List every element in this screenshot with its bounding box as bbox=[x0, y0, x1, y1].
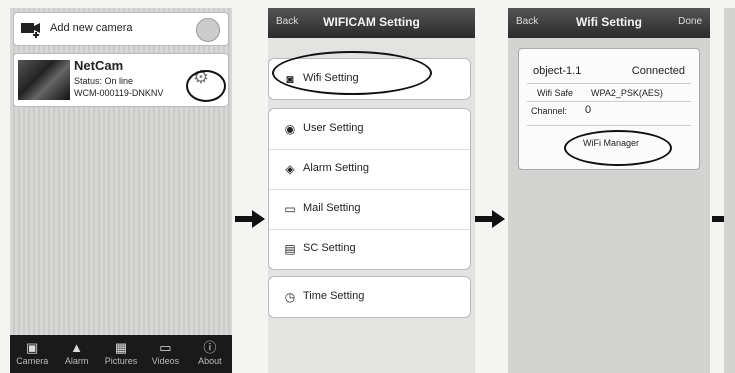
done-button[interactable]: Done bbox=[678, 16, 702, 27]
tab-label: Pictures bbox=[104, 356, 138, 366]
videos-icon: ▭ bbox=[159, 340, 172, 355]
sd-card-icon: ▤ bbox=[284, 242, 296, 256]
nav-bar: Back WIFICAM Setting bbox=[268, 8, 475, 38]
camera-list-screen: Add new camera NetCam Status: On line WC… bbox=[10, 8, 232, 373]
tab-bar: ▣ Camera ▲ Alarm ▦ Pictures ▭ Videos ⓘ About bbox=[10, 335, 232, 373]
highlight-circle bbox=[564, 130, 672, 166]
tab-label: Alarm bbox=[64, 356, 89, 366]
profile-icon[interactable] bbox=[196, 18, 220, 42]
add-camera-row[interactable]: Add new camera bbox=[13, 12, 229, 46]
settings-group-main: ◉ User Setting ◈ Alarm Setting ▭ Mail Se… bbox=[268, 108, 471, 270]
tab-camera[interactable]: ▣ Camera bbox=[10, 335, 54, 373]
camera-icon: ▣ bbox=[26, 340, 39, 355]
menu-item-label: Mail Setting bbox=[303, 202, 361, 214]
tab-pictures[interactable]: ▦ Pictures bbox=[99, 335, 143, 373]
menu-item-label: Time Setting bbox=[303, 290, 365, 302]
settings-group-time: ◷ Time Setting bbox=[268, 276, 471, 318]
settings-screen: Back WIFICAM Setting ◙ Wifi Setting ◉ Us… bbox=[268, 8, 475, 373]
arrow-right-icon bbox=[235, 210, 265, 228]
alarm-icon: ◈ bbox=[285, 162, 295, 176]
tab-label: Camera bbox=[16, 356, 49, 366]
menu-item-time[interactable]: ◷ Time Setting bbox=[269, 277, 470, 317]
add-camera-icon bbox=[21, 23, 40, 38]
channel-value[interactable]: 0 bbox=[585, 104, 591, 116]
alarm-icon: ▲ bbox=[70, 340, 84, 355]
menu-item-label: User Setting bbox=[303, 122, 364, 134]
tab-label: Videos bbox=[151, 356, 180, 366]
tab-videos[interactable]: ▭ Videos bbox=[143, 335, 187, 373]
highlight-circle bbox=[186, 70, 226, 102]
next-screen-edge bbox=[724, 8, 735, 373]
mail-icon: ▭ bbox=[284, 202, 296, 216]
arrow-right-icon bbox=[475, 210, 505, 228]
menu-item-alarm[interactable]: ◈ Alarm Setting bbox=[269, 149, 470, 190]
camera-thumbnail bbox=[18, 60, 70, 100]
menu-item-label: Alarm Setting bbox=[303, 162, 370, 174]
wifi-safe-value: WPA2_PSK(AES) bbox=[591, 88, 663, 98]
highlight-circle bbox=[272, 51, 432, 95]
wifi-safe-label: Wifi Safe bbox=[537, 88, 574, 98]
pictures-icon: ▦ bbox=[114, 340, 128, 355]
menu-item-sc[interactable]: ▤ SC Setting bbox=[269, 229, 470, 269]
connection-status: Connected bbox=[631, 65, 685, 77]
menu-item-mail[interactable]: ▭ Mail Setting bbox=[269, 189, 470, 230]
about-icon: ⓘ bbox=[203, 340, 217, 355]
add-camera-label: Add new camera bbox=[50, 22, 133, 34]
divider bbox=[527, 83, 691, 84]
tab-label: About bbox=[198, 356, 222, 366]
clock-icon: ◷ bbox=[284, 290, 296, 304]
channel-label: Channel: bbox=[531, 106, 568, 116]
network-ssid: object-1.1 bbox=[533, 65, 582, 77]
tab-about[interactable]: ⓘ About bbox=[188, 335, 232, 373]
menu-item-label: SC Setting bbox=[303, 242, 356, 254]
user-icon: ◉ bbox=[284, 122, 296, 136]
camera-uid: WCM-000119-DNKNV bbox=[74, 88, 164, 98]
camera-name: NetCam bbox=[74, 58, 124, 73]
divider bbox=[527, 101, 691, 102]
wifi-setting-screen: Back Wifi Setting Done object-1.1 Connec… bbox=[508, 8, 710, 373]
tab-alarm[interactable]: ▲ Alarm bbox=[54, 335, 98, 373]
divider bbox=[527, 125, 691, 126]
camera-status: Status: On line bbox=[74, 76, 134, 86]
nav-bar: Back Wifi Setting Done bbox=[508, 8, 710, 38]
page-title: WIFICAM Setting bbox=[323, 15, 420, 29]
menu-item-user[interactable]: ◉ User Setting bbox=[269, 109, 470, 150]
